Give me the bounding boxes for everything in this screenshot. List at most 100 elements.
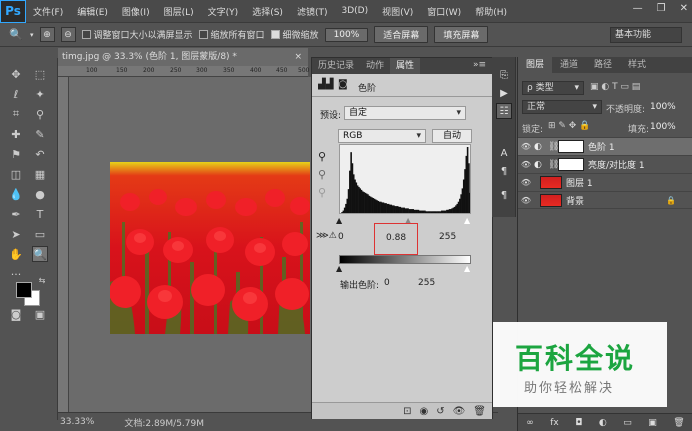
layer-mask-icon[interactable]: ◙	[338, 79, 348, 90]
paragraph-panel-icon[interactable]: ¶	[496, 163, 512, 179]
fill-screen-button[interactable]: 填充屏幕	[434, 26, 489, 43]
opacity-value[interactable]: 100%	[650, 102, 676, 112]
restore-button[interactable]: ❐	[657, 3, 666, 14]
menu-view[interactable]: 视图(V)	[375, 5, 420, 18]
auto-button[interactable]: 自动	[432, 129, 472, 143]
clone-stamp-tool-icon[interactable]: ⚑	[8, 146, 24, 162]
zoom-100-button[interactable]: 100%	[324, 27, 369, 42]
tab-properties[interactable]: 属性	[390, 58, 421, 74]
tab-history[interactable]: 历史记录	[312, 58, 360, 74]
minimize-button[interactable]: —	[633, 3, 643, 14]
rectangle-tool-icon[interactable]: ▭	[32, 226, 48, 242]
menu-3d[interactable]: 3D(D)	[334, 6, 375, 16]
brush-tool-icon[interactable]: ✎	[32, 126, 48, 142]
actions-panel-icon[interactable]: ▶	[496, 85, 512, 101]
path-selection-tool-icon[interactable]: ➤	[8, 226, 24, 242]
add-mask-icon[interactable]: ◘	[575, 418, 582, 428]
magic-wand-tool-icon[interactable]: ✦	[32, 86, 48, 102]
preset-select[interactable]: 自定 ▾	[344, 106, 466, 120]
layer-style-icon[interactable]: fx	[550, 418, 559, 428]
blend-mode-select[interactable]: 正常 ▾	[522, 100, 602, 114]
menu-layer[interactable]: 图层(L)	[157, 5, 201, 18]
black-eyedropper-icon[interactable]: ⚲	[318, 150, 326, 163]
layer-filter-select[interactable]: ρ 类型 ▾	[522, 81, 584, 95]
new-layer-icon[interactable]: ▣	[648, 418, 657, 428]
tulip-photo[interactable]	[110, 162, 310, 334]
foreground-color-swatch[interactable]	[16, 282, 32, 298]
crop-tool-icon[interactable]: ⌗	[8, 106, 24, 122]
layer-thumbnail[interactable]	[540, 176, 562, 189]
channel-select[interactable]: RGB ▾	[338, 129, 426, 143]
blur-tool-icon[interactable]: 💧	[8, 186, 24, 202]
tab-actions[interactable]: 动作	[360, 58, 390, 74]
white-input-slider[interactable]: ▲	[464, 216, 470, 225]
filter-icons[interactable]: ▣ ◐ T ▭ ▤	[590, 82, 640, 92]
type-tool-icon[interactable]: T	[32, 206, 48, 222]
new-adjustment-icon[interactable]: ◐	[599, 418, 607, 428]
delete-layer-icon[interactable]: 🗑	[673, 418, 684, 428]
healing-brush-tool-icon[interactable]: ✚	[8, 126, 24, 142]
hand-tool-icon[interactable]: ✋	[8, 246, 24, 262]
zoom-level[interactable]: 33.33%	[60, 417, 94, 427]
close-button[interactable]: ✕	[680, 3, 688, 14]
ruler-vertical[interactable]	[58, 77, 69, 412]
ruler-horizontal[interactable]: 100 150 200 250 300 350 400 450 500	[58, 66, 309, 77]
layer-thumbnail[interactable]	[540, 193, 562, 207]
character-panel-icon[interactable]: A	[496, 145, 512, 161]
paragraph-panel-icon[interactable]: ¶	[496, 187, 512, 203]
history-brush-tool-icon[interactable]: ↶	[32, 146, 48, 162]
new-group-icon[interactable]: ▭	[623, 418, 632, 428]
panel-menu-icon[interactable]: »≡	[473, 60, 486, 70]
tab-paths[interactable]: 路径	[586, 57, 620, 73]
eye-icon[interactable]: 👁	[518, 196, 534, 205]
input-black-value[interactable]: 0	[338, 232, 344, 242]
resize-windows-checkbox[interactable]: 调整窗口大小以满屏显示	[81, 28, 193, 41]
layer-row-layer1[interactable]: 👁 图层 1	[518, 173, 692, 191]
document-tab[interactable]: timg.jpg @ 33.3% (色阶 1, 图层蒙版/8) * ×	[58, 48, 308, 66]
lasso-tool-icon[interactable]: ℓ	[8, 86, 24, 102]
tab-styles[interactable]: 样式	[620, 57, 654, 73]
tab-channels[interactable]: 通道	[552, 57, 586, 73]
fit-screen-button[interactable]: 适合屏幕	[374, 26, 429, 43]
black-input-slider[interactable]: ▲	[336, 216, 342, 225]
screen-mode-icon[interactable]: ▣	[32, 306, 48, 322]
mask-thumbnail[interactable]	[558, 158, 584, 171]
view-previous-icon[interactable]: ◉	[419, 406, 428, 417]
input-white-value[interactable]: 255	[439, 232, 456, 242]
eye-icon[interactable]: 👁	[518, 142, 534, 151]
quick-mask-icon[interactable]: ◙	[8, 306, 24, 322]
swap-colors-icon[interactable]: ⇆	[34, 272, 50, 288]
zoom-tool-icon[interactable]: 🔍	[32, 246, 48, 262]
link-icon[interactable]: ⛓	[548, 142, 559, 152]
menu-help[interactable]: 帮助(H)	[468, 5, 514, 18]
white-eyedropper-icon[interactable]: ⚲	[318, 186, 326, 199]
reset-icon[interactable]: ↺	[436, 406, 444, 417]
scrubby-zoom-checkbox[interactable]: 细微缩放	[270, 28, 319, 41]
eye-icon[interactable]: 👁	[518, 160, 534, 169]
workspace-select[interactable]: 基本功能	[610, 27, 682, 43]
layer-row-levels[interactable]: 👁 ◐ ⛓ 色阶 1	[518, 137, 692, 155]
clip-to-layer-icon[interactable]: ⊡	[403, 406, 411, 417]
menu-window[interactable]: 窗口(W)	[420, 5, 468, 18]
marquee-tool-icon[interactable]: ⬚	[32, 66, 48, 82]
link-layers-icon[interactable]: ∞	[526, 418, 534, 428]
menu-type[interactable]: 文字(Y)	[201, 5, 246, 18]
link-icon[interactable]: ⛓	[548, 160, 559, 170]
properties-panel-icon[interactable]: ☷	[496, 103, 512, 119]
clipping-warning-icon[interactable]: ⋙⚠	[316, 231, 337, 241]
zoom-out-icon[interactable]: ⊖	[60, 27, 76, 42]
zoom-in-icon[interactable]: ⊕	[39, 27, 55, 42]
tab-layers[interactable]: 图层	[518, 57, 553, 73]
black-output-slider[interactable]: ▲	[336, 264, 342, 273]
eyedropper-tool-icon[interactable]: ⚲	[32, 106, 48, 122]
gradient-tool-icon[interactable]: ▦	[32, 166, 48, 182]
input-gamma-value[interactable]: 0.88	[374, 223, 418, 255]
delete-icon[interactable]: 🗑	[473, 406, 486, 417]
menu-file[interactable]: 文件(F)	[26, 5, 70, 18]
close-icon[interactable]: ×	[294, 48, 302, 66]
menu-image[interactable]: 图像(I)	[115, 5, 157, 18]
lock-icons[interactable]: ⊞ ✎ ✥ 🔒	[548, 121, 590, 131]
fill-value[interactable]: 100%	[650, 122, 676, 132]
white-output-slider[interactable]: ▲	[464, 264, 470, 273]
menu-select[interactable]: 选择(S)	[245, 5, 290, 18]
